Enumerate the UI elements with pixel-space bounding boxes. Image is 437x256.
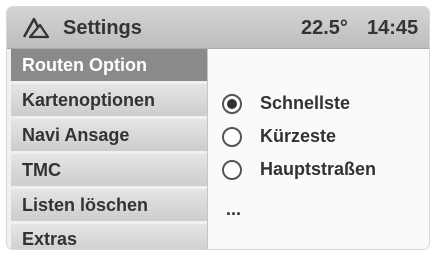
route-options-panel: Schnellste Kürzeste Hauptstraßen ... — [207, 49, 429, 249]
menu-item-label: TMC — [22, 160, 61, 180]
more-indicator: ... — [226, 199, 242, 219]
menu-item-label: Routen Option — [22, 55, 147, 75]
menu-item-extras[interactable]: Extras — [11, 224, 209, 249]
menu-item-navi-ansage[interactable]: Navi Ansage — [11, 119, 209, 151]
clock: 14:45 — [367, 17, 419, 39]
radio-button-selected[interactable] — [222, 94, 242, 114]
page-title: Settings — [63, 17, 142, 39]
settings-screen: Settings 22.5° 14:45 Routen Option Karte… — [6, 6, 430, 250]
menu-item-routen-option[interactable]: Routen Option — [11, 49, 209, 81]
menu-item-tmc[interactable]: TMC — [11, 154, 209, 186]
menu-item-label: Listen löschen — [22, 195, 149, 215]
option-label: Hauptstraßen — [260, 159, 377, 179]
option-label: Kürzeste — [260, 126, 337, 146]
radio-button[interactable] — [222, 127, 242, 147]
menu-item-label: Kartenoptionen — [22, 90, 155, 110]
temperature-readout: 22.5° — [301, 17, 348, 39]
navigation-arrow-icon — [22, 17, 50, 39]
menu-item-label: Extras — [22, 229, 78, 249]
header-bar: Settings 22.5° 14:45 — [7, 7, 429, 49]
menu-item-label: Navi Ansage — [22, 125, 130, 145]
option-label: Schnellste — [260, 93, 351, 113]
radio-button[interactable] — [222, 160, 242, 180]
menu-item-listen-loeschen[interactable]: Listen löschen — [11, 189, 209, 221]
settings-menu: Routen Option Kartenoptionen Navi Ansage… — [11, 49, 209, 249]
menu-item-kartenoptionen[interactable]: Kartenoptionen — [11, 84, 209, 116]
